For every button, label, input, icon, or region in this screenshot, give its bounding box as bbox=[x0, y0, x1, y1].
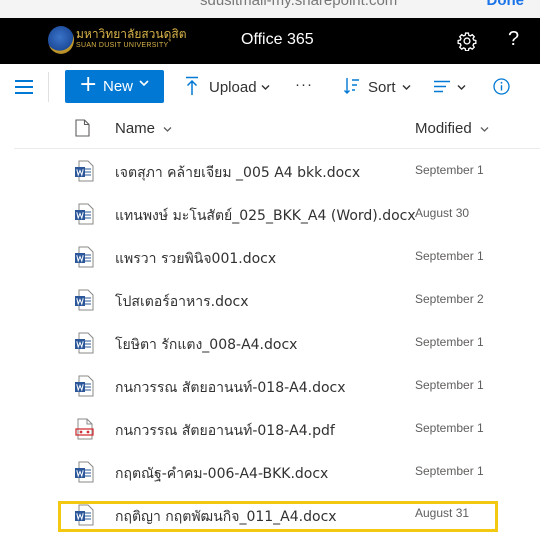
sort-label: Sort bbox=[368, 79, 396, 96]
file-row[interactable]: แพรวา รวยพินิจ001.docx September 1 bbox=[0, 237, 540, 280]
file-row[interactable]: เจตสุภา คล้ายเจียม _005 A4 bkk.docx Sept… bbox=[0, 151, 540, 194]
modified-date: September 2 bbox=[415, 292, 484, 306]
more-options-button[interactable]: ··· bbox=[293, 70, 319, 103]
word-file-icon bbox=[75, 203, 94, 225]
chevron-down-icon bbox=[480, 126, 489, 132]
chevron-down-icon bbox=[139, 80, 149, 87]
file-name[interactable]: กฤตณัฐ-คำคม-006-A4-BKK.docx bbox=[115, 463, 328, 485]
app-title[interactable]: Office 365 bbox=[241, 31, 314, 49]
plus-icon: + bbox=[79, 72, 98, 97]
chevron-down-icon bbox=[163, 126, 172, 132]
word-file-icon bbox=[75, 160, 94, 182]
highlight-box bbox=[58, 501, 498, 532]
file-list-header: Name Modified bbox=[0, 110, 540, 148]
file-name[interactable]: โยษิตา รักแตง_008-A4.docx bbox=[115, 334, 297, 356]
chevron-down-icon bbox=[457, 85, 466, 90]
command-bar: + New Upload ··· Sort bbox=[0, 64, 540, 110]
browser-url-strip: sdusitmail-my.sharepoint.com Done bbox=[0, 0, 540, 18]
done-button[interactable]: Done bbox=[487, 0, 525, 9]
more-icon: ··· bbox=[295, 76, 313, 93]
modified-date: September 1 bbox=[415, 378, 484, 392]
file-row[interactable]: กนกวรรณ สัตยอานนท์-018-A4.docx September… bbox=[0, 366, 540, 409]
file-row[interactable]: แทนพงษ์ มะโนสัตย์_025_BKK_A4 (Word).docx… bbox=[0, 194, 540, 237]
file-row[interactable]: โปสเตอร์อาหาร.docx September 2 bbox=[0, 280, 540, 323]
sort-button[interactable]: Sort bbox=[342, 70, 414, 103]
word-file-icon bbox=[75, 461, 94, 483]
pdf-file-icon bbox=[75, 418, 94, 440]
modified-date: September 1 bbox=[415, 163, 484, 177]
view-list-icon bbox=[434, 80, 450, 93]
column-header-name[interactable]: Name bbox=[115, 120, 172, 137]
upload-label: Upload bbox=[209, 79, 257, 96]
university-seal-icon bbox=[48, 26, 74, 54]
modified-date: September 1 bbox=[415, 335, 484, 349]
file-type-icon[interactable] bbox=[75, 119, 90, 137]
upload-icon bbox=[186, 76, 198, 95]
column-modified-label: Modified bbox=[415, 120, 472, 137]
browser-url[interactable]: sdusitmail-my.sharepoint.com bbox=[200, 0, 397, 9]
word-file-icon bbox=[75, 332, 94, 354]
modified-date: August 30 bbox=[415, 206, 470, 220]
file-name[interactable]: แทนพงษ์ มะโนสัตย์_025_BKK_A4 (Word).docx bbox=[115, 205, 416, 227]
column-header-modified[interactable]: Modified bbox=[415, 120, 489, 137]
header-divider bbox=[14, 148, 540, 149]
sort-icon bbox=[344, 78, 359, 94]
word-file-icon bbox=[75, 289, 94, 311]
new-button-label: New bbox=[103, 78, 134, 95]
modified-date: September 1 bbox=[415, 421, 484, 435]
modified-date: September 1 bbox=[415, 249, 484, 263]
file-name[interactable]: กนกวรรณ สัตยอานนท์-018-A4.pdf bbox=[115, 420, 335, 442]
view-options-button[interactable] bbox=[433, 70, 469, 103]
suite-header: มหาวิทยาลัยสวนดุสิต SUAN DUSIT UNIVERSIT… bbox=[0, 18, 540, 64]
word-file-icon bbox=[75, 246, 94, 268]
column-name-label: Name bbox=[115, 120, 156, 137]
modified-date: September 1 bbox=[415, 464, 484, 478]
file-name[interactable]: กนกวรรณ สัตยอานนท์-018-A4.docx bbox=[115, 377, 346, 399]
file-row[interactable]: กนกวรรณ สัตยอานนท์-018-A4.pdf September … bbox=[0, 409, 540, 452]
file-name[interactable]: แพรวา รวยพินิจ001.docx bbox=[115, 248, 276, 270]
new-button[interactable]: + New bbox=[65, 70, 164, 103]
gear-icon[interactable] bbox=[457, 31, 477, 51]
chevron-down-icon bbox=[261, 85, 270, 90]
upload-button[interactable]: Upload bbox=[183, 70, 273, 103]
word-file-icon bbox=[75, 375, 94, 397]
file-row[interactable]: โยษิตา รักแตง_008-A4.docx September 1 bbox=[0, 323, 540, 366]
toolbar-divider bbox=[48, 72, 49, 102]
hamburger-menu-icon[interactable] bbox=[15, 80, 33, 94]
logo-english-text: SUAN DUSIT UNIVERSITY bbox=[76, 42, 169, 49]
info-icon[interactable] bbox=[493, 78, 510, 95]
university-logo[interactable]: มหาวิทยาลัยสวนดุสิต SUAN DUSIT UNIVERSIT… bbox=[48, 25, 187, 57]
chevron-down-icon bbox=[402, 85, 411, 90]
file-name[interactable]: โปสเตอร์อาหาร.docx bbox=[115, 291, 249, 313]
file-row[interactable]: กฤตณัฐ-คำคม-006-A4-BKK.docx September 1 bbox=[0, 452, 540, 495]
file-name[interactable]: เจตสุภา คล้ายเจียม _005 A4 bkk.docx bbox=[115, 162, 360, 184]
help-icon[interactable]: ? bbox=[508, 28, 519, 51]
